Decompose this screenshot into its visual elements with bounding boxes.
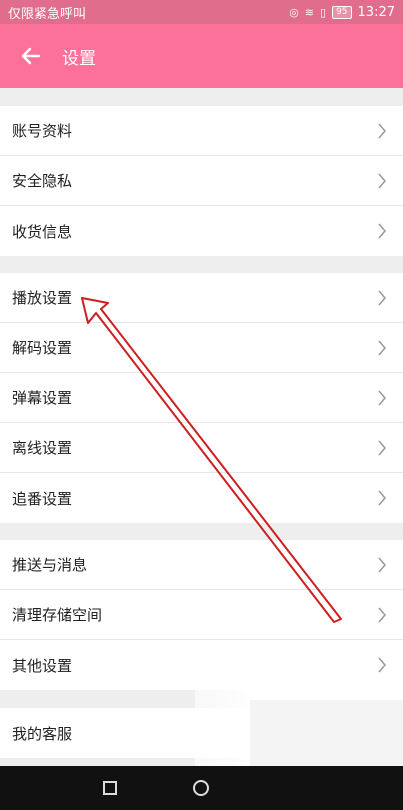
status-icons: ◎ ≋ ▯ 95 13:27	[289, 5, 395, 20]
row-label: 清理存储空间	[12, 606, 103, 624]
home-icon[interactable]	[193, 780, 209, 796]
row-label: 推送与消息	[12, 556, 88, 574]
settings-row-offline[interactable]: 离线设置	[0, 423, 403, 473]
chevron-right-icon	[378, 123, 386, 138]
chevron-right-icon	[378, 440, 386, 455]
settings-section-account: 账号资料 安全隐私 收货信息	[0, 106, 403, 256]
battery-icon: 95	[332, 5, 352, 19]
settings-row-danmaku[interactable]: 弹幕设置	[0, 373, 403, 423]
page-title: 设置	[62, 48, 96, 69]
chevron-right-icon	[378, 390, 386, 405]
row-label: 安全隐私	[12, 172, 73, 190]
settings-row-follow-anime[interactable]: 追番设置	[0, 473, 403, 523]
row-label: 收货信息	[12, 222, 73, 241]
watermark-glare	[250, 700, 403, 766]
arrow-left-icon	[21, 47, 41, 65]
settings-row-push-messages[interactable]: 推送与消息	[0, 540, 403, 590]
app-bar: 设置	[0, 24, 403, 88]
status-bar: 仅限紧急呼叫 ◎ ≋ ▯ 95 13:27	[0, 0, 403, 24]
row-label: 其他设置	[12, 656, 73, 675]
settings-row-decoding[interactable]: 解码设置	[0, 323, 403, 373]
chevron-right-icon	[378, 557, 386, 572]
no-sim-icon: ▯	[320, 5, 327, 19]
system-nav-bar	[0, 766, 403, 810]
chevron-right-icon	[378, 340, 386, 355]
clock: 13:27	[357, 4, 395, 20]
settings-row-playback[interactable]: 播放设置	[0, 273, 403, 323]
row-label: 追番设置	[12, 489, 73, 508]
settings-row-account-profile[interactable]: 账号资料	[0, 106, 403, 156]
settings-row-clear-storage[interactable]: 清理存储空间	[0, 590, 403, 640]
wifi-icon: ≋	[304, 5, 315, 19]
back-button[interactable]	[0, 24, 62, 88]
row-label: 离线设置	[12, 439, 73, 457]
chevron-right-icon	[378, 223, 386, 239]
settings-row-other[interactable]: 其他设置	[0, 640, 403, 690]
chevron-right-icon	[378, 290, 386, 305]
settings-section-other: 推送与消息 清理存储空间 其他设置	[0, 540, 403, 690]
carrier-status: 仅限紧急呼叫	[8, 6, 87, 22]
row-label: 弹幕设置	[12, 389, 73, 407]
settings-section-playback: 播放设置 解码设置 弹幕设置 离线设置 追番设置	[0, 273, 403, 523]
chevron-right-icon	[378, 607, 386, 622]
row-label: 播放设置	[12, 289, 73, 307]
recents-icon[interactable]	[103, 781, 117, 795]
chevron-right-icon	[378, 490, 386, 506]
chevron-right-icon	[378, 173, 386, 188]
row-label: 账号资料	[12, 122, 73, 140]
row-label: 解码设置	[12, 339, 73, 357]
settings-row-shipping-info[interactable]: 收货信息	[0, 206, 403, 256]
settings-row-security-privacy[interactable]: 安全隐私	[0, 156, 403, 206]
nfc-icon: ◎	[289, 5, 299, 19]
chevron-right-icon	[378, 657, 386, 673]
